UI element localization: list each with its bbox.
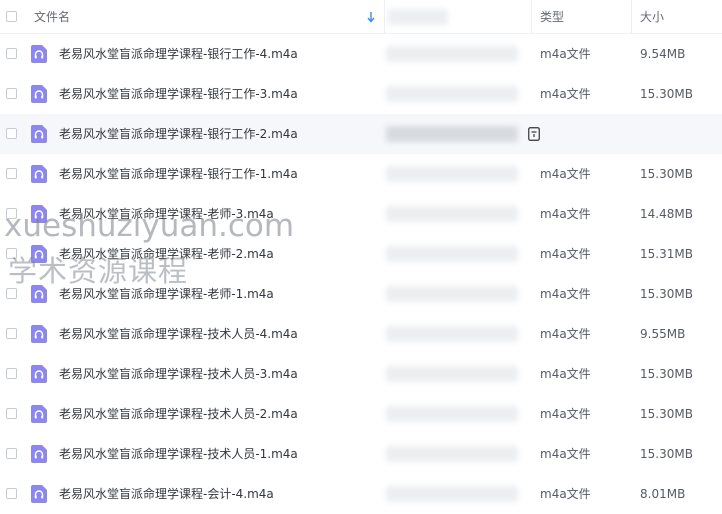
file-size: 14.48MB <box>640 207 693 221</box>
table-row[interactable]: 老易风水堂盲派命理学课程-银行工作-3.m4a m4a文件 15.30MB <box>0 74 722 114</box>
more-actions-icon[interactable] <box>528 127 540 141</box>
file-size: 9.54MB <box>640 47 686 61</box>
file-size: 9.55MB <box>640 327 686 341</box>
file-type: m4a文件 <box>540 287 591 301</box>
file-type: m4a文件 <box>540 447 591 461</box>
file-size: 8.01MB <box>640 487 686 501</box>
row-checkbox[interactable] <box>6 488 17 499</box>
file-type: m4a文件 <box>540 367 591 381</box>
blurred-header-cell <box>388 9 448 25</box>
table-row[interactable]: 老易风水堂盲派命理学课程-银行工作-4.m4a m4a文件 9.54MB <box>0 34 722 74</box>
row-checkbox[interactable] <box>6 368 17 379</box>
headphones-audio-icon <box>31 405 47 423</box>
file-type: m4a文件 <box>540 47 591 61</box>
file-size: 15.30MB <box>640 447 693 461</box>
row-checkbox[interactable] <box>6 88 17 99</box>
file-list: 文件名 类型 大小 老易风水堂盲派命理学课程-银行工作-4.m4a m4a文件 9.… <box>0 0 722 503</box>
file-type: m4a文件 <box>540 247 591 261</box>
headphones-audio-icon <box>31 325 47 343</box>
headphones-audio-icon <box>31 445 47 463</box>
list-header: 文件名 类型 大小 <box>0 0 722 34</box>
file-name[interactable]: 老易风水堂盲派命理学课程-银行工作-1.m4a <box>59 154 298 194</box>
blurred-modified-time <box>386 486 518 502</box>
headphones-audio-icon <box>31 85 47 103</box>
file-type: m4a文件 <box>540 487 591 501</box>
blurred-modified-time <box>386 406 518 422</box>
headphones-audio-icon <box>31 365 47 383</box>
blurred-modified-time <box>386 446 518 462</box>
column-header-type[interactable]: 类型 <box>540 0 564 34</box>
table-row[interactable]: 老易风水堂盲派命理学课程-技术人员-2.m4a m4a文件 15.30MB <box>0 394 722 434</box>
file-type: m4a文件 <box>540 167 591 181</box>
blurred-modified-time <box>386 126 518 142</box>
row-checkbox[interactable] <box>6 168 17 179</box>
headphones-audio-icon <box>31 45 47 63</box>
table-row[interactable]: 老易风水堂盲派命理学课程-银行工作-2.m4a <box>0 114 722 154</box>
row-checkbox[interactable] <box>6 328 17 339</box>
blurred-modified-time <box>386 46 518 62</box>
headphones-audio-icon <box>31 165 47 183</box>
column-divider <box>384 0 385 34</box>
table-row[interactable]: 老易风水堂盲派命理学课程-技术人员-3.m4a m4a文件 15.30MB <box>0 354 722 394</box>
column-divider <box>531 0 532 34</box>
file-size: 15.30MB <box>640 87 693 101</box>
column-header-name[interactable]: 文件名 <box>34 0 70 34</box>
blurred-modified-time <box>386 86 518 102</box>
file-type: m4a文件 <box>540 407 591 421</box>
row-checkbox[interactable] <box>6 408 17 419</box>
file-name[interactable]: 老易风水堂盲派命理学课程-技术人员-2.m4a <box>59 394 298 434</box>
headphones-audio-icon <box>31 485 47 503</box>
file-name[interactable]: 老易风水堂盲派命理学课程-银行工作-4.m4a <box>59 34 298 74</box>
table-row[interactable]: 老易风水堂盲派命理学课程-会计-4.m4a m4a文件 8.01MB <box>0 474 722 514</box>
watermark-text: 学术资源课程 <box>8 254 189 288</box>
column-header-size[interactable]: 大小 <box>640 0 664 34</box>
blurred-modified-time <box>386 286 518 302</box>
file-name[interactable]: 老易风水堂盲派命理学课程-技术人员-4.m4a <box>59 314 298 354</box>
blurred-modified-time <box>386 246 518 262</box>
blurred-modified-time <box>386 166 518 182</box>
file-size: 15.30MB <box>640 167 693 181</box>
row-checkbox[interactable] <box>6 48 17 59</box>
file-size: 15.31MB <box>640 247 693 261</box>
file-size: 15.30MB <box>640 367 693 381</box>
row-checkbox[interactable] <box>6 448 17 459</box>
blurred-modified-time <box>386 206 518 222</box>
blurred-modified-time <box>386 366 518 382</box>
table-row[interactable]: 老易风水堂盲派命理学课程-技术人员-1.m4a m4a文件 15.30MB <box>0 434 722 474</box>
file-type: m4a文件 <box>540 207 591 221</box>
watermark-url: xueshuziyuan.com <box>4 208 295 244</box>
file-name[interactable]: 老易风水堂盲派命理学课程-技术人员-3.m4a <box>59 354 298 394</box>
select-all-checkbox[interactable] <box>6 11 17 22</box>
file-type: m4a文件 <box>540 87 591 101</box>
file-name[interactable]: 老易风水堂盲派命理学课程-技术人员-1.m4a <box>59 434 298 474</box>
sort-down-arrow-icon[interactable] <box>366 11 376 23</box>
file-name[interactable]: 老易风水堂盲派命理学课程-银行工作-3.m4a <box>59 74 298 114</box>
file-size: 15.30MB <box>640 287 693 301</box>
blurred-modified-time <box>386 326 518 342</box>
headphones-audio-icon <box>31 125 47 143</box>
table-row[interactable]: 老易风水堂盲派命理学课程-技术人员-4.m4a m4a文件 9.55MB <box>0 314 722 354</box>
file-type: m4a文件 <box>540 327 591 341</box>
table-row[interactable]: 老易风水堂盲派命理学课程-银行工作-1.m4a m4a文件 15.30MB <box>0 154 722 194</box>
row-checkbox[interactable] <box>6 128 17 139</box>
file-name[interactable]: 老易风水堂盲派命理学课程-银行工作-2.m4a <box>59 114 298 154</box>
file-name[interactable]: 老易风水堂盲派命理学课程-会计-4.m4a <box>59 474 274 514</box>
column-divider <box>631 0 632 34</box>
file-size: 15.30MB <box>640 407 693 421</box>
